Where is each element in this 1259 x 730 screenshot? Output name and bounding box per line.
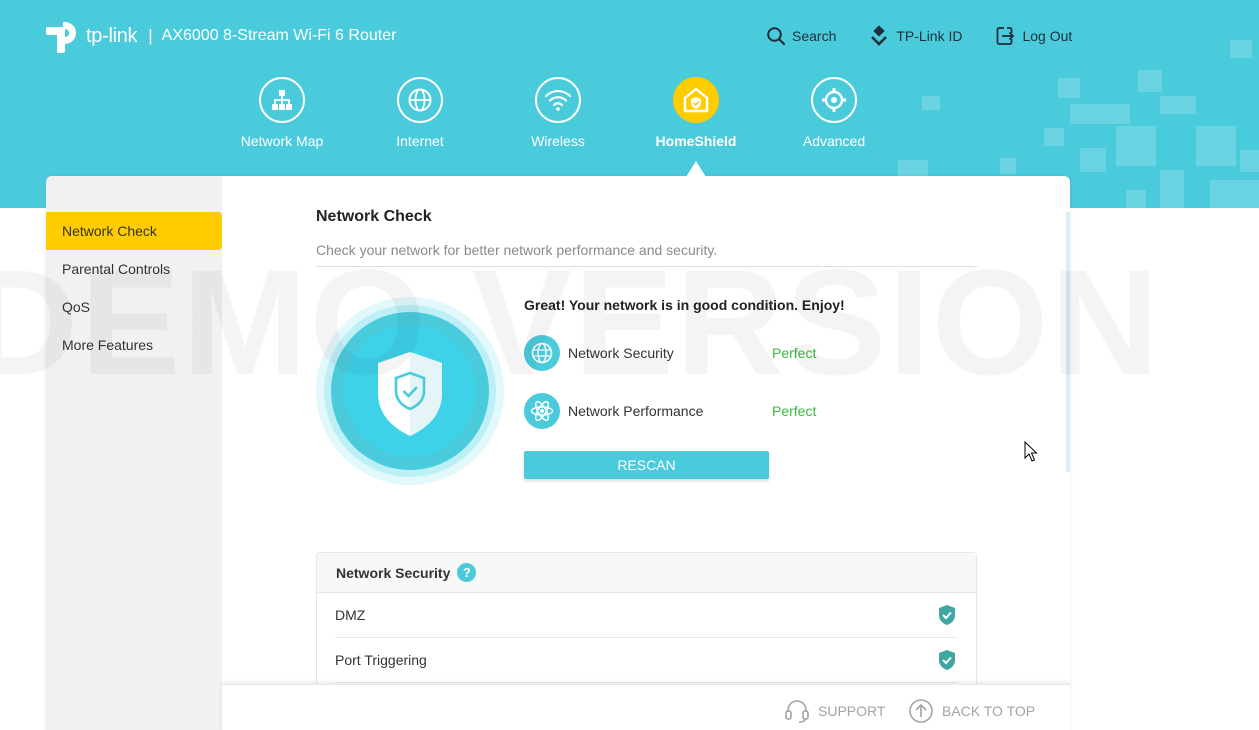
network-health-graphic bbox=[316, 297, 504, 485]
shield-check-icon bbox=[939, 605, 955, 625]
search-label: Search bbox=[792, 28, 837, 44]
nav-circle bbox=[811, 77, 857, 123]
tplink-id-link[interactable]: TP-Link ID bbox=[870, 24, 962, 48]
nav-circle bbox=[535, 77, 581, 123]
content-card: Network Check Parental Controls QoS More… bbox=[46, 176, 1070, 730]
title-separator: | bbox=[148, 26, 153, 45]
nav-label: Advanced bbox=[802, 133, 866, 149]
nav-network-map[interactable]: Network Map bbox=[227, 77, 337, 149]
nav-wireless[interactable]: Wireless bbox=[503, 77, 613, 149]
tp-link-logo[interactable]: tp-link | AX6000 8-Stream Wi-Fi 6 Router bbox=[46, 16, 396, 56]
headset-icon bbox=[785, 700, 809, 723]
page-subtitle: Check your network for better network pe… bbox=[316, 242, 718, 258]
mouse-cursor-icon bbox=[1024, 441, 1038, 462]
row-label: Port Triggering bbox=[335, 652, 427, 668]
tp-link-logo-icon bbox=[46, 22, 76, 53]
help-icon[interactable]: ? bbox=[457, 563, 477, 582]
check-status: Perfect bbox=[772, 345, 817, 361]
atom-icon bbox=[530, 400, 554, 422]
rescan-button[interactable]: RESCAN bbox=[524, 451, 769, 479]
table-row: Port Triggering bbox=[335, 638, 958, 683]
nav-internet[interactable]: Internet bbox=[365, 77, 475, 149]
top-links: Search TP-Link ID Log Out bbox=[766, 24, 1106, 48]
check-row-network-performance: Network Performance Perfect bbox=[524, 393, 844, 429]
check-icon-circle bbox=[524, 335, 560, 371]
support-label: SUPPORT bbox=[818, 703, 886, 719]
scrollbar[interactable] bbox=[1066, 212, 1070, 472]
panel-title: Network Security bbox=[336, 564, 451, 581]
back-to-top-label: BACK TO TOP bbox=[942, 703, 1036, 719]
nav-circle bbox=[259, 77, 305, 123]
logout-link[interactable]: Log Out bbox=[996, 24, 1072, 48]
nav-homeshield[interactable]: HomeShield bbox=[641, 77, 751, 149]
search-icon bbox=[767, 27, 786, 46]
sidebar-item-network-check[interactable]: Network Check bbox=[46, 212, 222, 250]
nav-label: Network Map bbox=[240, 133, 324, 149]
router-model: AX6000 8-Stream Wi-Fi 6 Router bbox=[161, 27, 397, 44]
support-link[interactable]: SUPPORT bbox=[784, 698, 885, 724]
nav-label: Wireless bbox=[531, 133, 585, 149]
tplink-id-icon bbox=[871, 25, 888, 46]
globe-icon bbox=[531, 342, 553, 364]
logout-icon bbox=[997, 27, 1015, 45]
sidebar-item-qos[interactable]: QoS bbox=[46, 288, 222, 326]
gear-icon bbox=[822, 88, 846, 112]
nav-circle bbox=[397, 77, 443, 123]
search-link[interactable]: Search bbox=[766, 24, 836, 48]
shield-check-icon bbox=[939, 650, 955, 670]
globe-icon bbox=[408, 88, 432, 112]
homeshield-icon bbox=[683, 87, 709, 113]
divider bbox=[316, 266, 977, 267]
decor-pixel bbox=[1230, 40, 1252, 58]
page-title: Network Check bbox=[316, 208, 432, 225]
brand-name: tp-link bbox=[86, 24, 138, 47]
nav-label: HomeShield bbox=[655, 133, 737, 149]
back-to-top-link[interactable]: BACK TO TOP bbox=[908, 698, 1035, 724]
wifi-icon bbox=[544, 89, 572, 111]
tplink-id-label: TP-Link ID bbox=[896, 28, 963, 44]
arrow-up-icon bbox=[909, 699, 933, 723]
nav-advanced[interactable]: Advanced bbox=[779, 77, 889, 149]
sidebar: Network Check Parental Controls QoS More… bbox=[46, 176, 222, 730]
row-label: DMZ bbox=[335, 607, 366, 623]
check-status: Perfect bbox=[772, 403, 817, 419]
status-message: Great! Your network is in good condition… bbox=[524, 297, 845, 313]
footer-bar: SUPPORT BACK TO TOP bbox=[222, 684, 1070, 730]
table-row: DMZ bbox=[335, 593, 958, 638]
main-nav: Network Map Internet Wireless HomeShield… bbox=[0, 77, 1259, 177]
decor-pixel bbox=[1126, 190, 1146, 208]
nav-circle bbox=[673, 77, 719, 123]
check-row-network-security: Network Security Perfect bbox=[524, 335, 844, 371]
decor-pixel bbox=[1210, 180, 1259, 208]
check-icon-circle bbox=[524, 393, 560, 429]
nav-label: Internet bbox=[396, 133, 444, 149]
sidebar-item-parental-controls[interactable]: Parental Controls bbox=[46, 250, 222, 288]
logout-label: Log Out bbox=[1022, 28, 1073, 44]
shield-check-icon bbox=[378, 352, 442, 436]
nav-active-pointer bbox=[686, 161, 706, 177]
sidebar-item-more-features[interactable]: More Features bbox=[46, 326, 222, 364]
panel-header: Network Security ? bbox=[317, 553, 976, 593]
check-name: Network Performance bbox=[568, 403, 704, 419]
check-name: Network Security bbox=[568, 345, 674, 361]
network-map-icon bbox=[272, 90, 292, 110]
